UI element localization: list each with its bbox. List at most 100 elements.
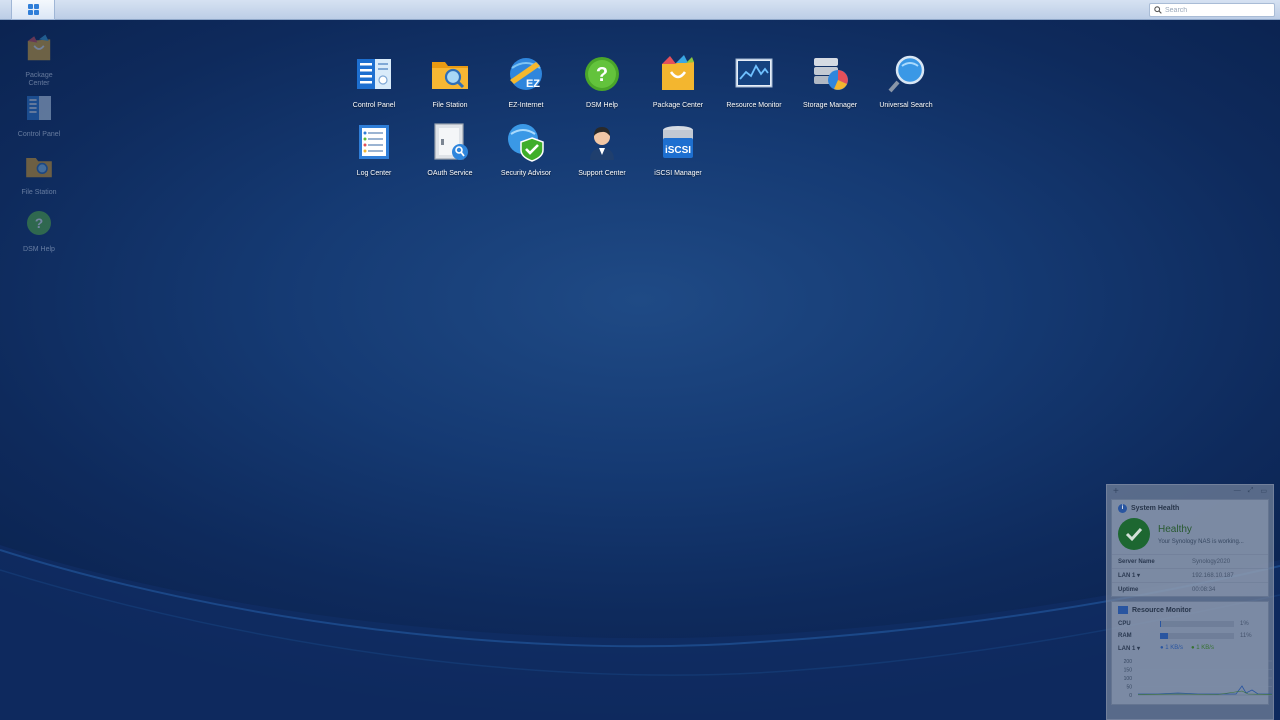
- chart-tick-label: 150: [1124, 668, 1133, 674]
- app-label: iSCSI Manager: [654, 170, 702, 177]
- app-label: Security Advisor: [500, 170, 552, 177]
- app-label: Control Panel: [352, 102, 396, 109]
- desktop-shortcut-package-center[interactable]: Package Center: [14, 33, 64, 88]
- security-advisor-icon: [508, 124, 544, 162]
- ram-row: RAM 11%: [1118, 633, 1252, 639]
- taskbar: [0, 0, 1280, 20]
- system-health-title: System Health: [1131, 504, 1180, 512]
- iscsi-manager-icon: iSCSI: [663, 126, 693, 158]
- app-oauth-service[interactable]: OAuth Service: [412, 122, 488, 178]
- desktop-wave-decoration: [0, 545, 1280, 720]
- universal-search-icon: [888, 55, 925, 93]
- app-label: EZ-Internet: [508, 102, 544, 109]
- widget-title: Resource Monitor: [1112, 602, 1268, 618]
- resource-monitor-icon: [735, 58, 773, 88]
- storage-manager-icon: [814, 58, 848, 90]
- app-label: Universal Search: [879, 102, 933, 109]
- lan-selector[interactable]: LAN 1 ▾: [1118, 645, 1160, 652]
- app-support-center[interactable]: Support Center: [564, 122, 640, 178]
- expand-icon[interactable]: ⤢: [1248, 487, 1254, 495]
- log-center-icon: [359, 125, 389, 159]
- app-control-panel[interactable]: Control Panel: [336, 54, 412, 110]
- shortcut-label: DSM Help: [23, 246, 55, 253]
- shortcut-label: Control Panel: [17, 131, 61, 138]
- widget-panel-header: + — ⤢ ▭: [1107, 485, 1273, 499]
- svg-text:?: ?: [596, 64, 608, 86]
- svg-text:EZ: EZ: [526, 78, 540, 90]
- minimize-icon[interactable]: —: [1234, 487, 1241, 495]
- download-rate: ● 1 KB/s: [1190, 645, 1214, 651]
- desktop-shortcut-dsm-help[interactable]: ? DSM Help: [14, 207, 64, 254]
- app-storage-manager[interactable]: Storage Manager: [792, 54, 868, 110]
- health-status-row: Healthy Your Synology NAS is working...: [1112, 516, 1268, 554]
- system-health-widget: i System Health Healthy Your Synology NA…: [1111, 499, 1269, 597]
- monitor-icon: [1118, 606, 1128, 614]
- health-status-text: Healthy: [1158, 523, 1192, 535]
- cpu-bar-fill: [1160, 621, 1162, 627]
- shortcut-label: Package Center: [25, 72, 53, 87]
- app-ez-internet[interactable]: EZ EZ-Internet: [488, 54, 564, 110]
- resource-monitor-title: Resource Monitor: [1132, 606, 1192, 614]
- app-universal-search[interactable]: Universal Search: [868, 54, 944, 110]
- app-label: DSM Help: [586, 102, 618, 109]
- app-resource-monitor[interactable]: Resource Monitor: [716, 54, 792, 110]
- health-description: Your Synology NAS is working...: [1158, 538, 1244, 545]
- pin-icon[interactable]: ▭: [1260, 487, 1267, 495]
- lan-row[interactable]: LAN 1 ▾ 192.168.10.187: [1112, 568, 1268, 582]
- app-dsm-help[interactable]: ? DSM Help: [564, 54, 640, 110]
- search-input[interactable]: [1165, 4, 1265, 16]
- file-station-icon: [432, 62, 468, 89]
- support-center-icon: [590, 127, 614, 160]
- app-label: File Station: [432, 102, 468, 109]
- app-file-station[interactable]: File Station: [412, 54, 488, 110]
- shortcut-label: File Station: [21, 189, 57, 196]
- chart-tick-label: 200: [1124, 659, 1133, 665]
- search-icon: [1154, 6, 1162, 14]
- ram-bar: [1160, 633, 1234, 639]
- healthy-check-icon: [1118, 518, 1150, 550]
- widget-panel-controls: — ⤢ ▭: [1234, 487, 1267, 495]
- svg-text:iSCSI: iSCSI: [665, 145, 691, 156]
- app-log-center[interactable]: Log Center: [336, 122, 412, 178]
- oauth-service-icon: [434, 123, 468, 160]
- search-field[interactable]: [1149, 3, 1275, 17]
- lan-throughput-row: LAN 1 ▾ ● 1 KB/s ● 1 KB/s: [1112, 642, 1268, 654]
- control-panel-icon: [357, 59, 391, 89]
- server-name-row: Server Name Synology2020: [1112, 554, 1268, 568]
- desktop-shortcut-control-panel[interactable]: Control Panel: [14, 92, 64, 139]
- ram-bar-fill: [1160, 633, 1169, 639]
- info-icon: i: [1118, 503, 1127, 513]
- svg-text:?: ?: [35, 216, 43, 231]
- control-panel-icon: [27, 96, 51, 120]
- cpu-row: CPU 1%: [1118, 621, 1249, 627]
- chart-tick-label: 100: [1124, 676, 1133, 682]
- app-package-center[interactable]: Package Center: [640, 54, 716, 110]
- widget-panel: + — ⤢ ▭ i System Health Healthy Your Syn…: [1106, 484, 1274, 720]
- app-iscsi-manager[interactable]: iSCSI iSCSI Manager: [640, 122, 716, 178]
- app-label: OAuth Service: [427, 170, 473, 177]
- chart-tick-label: 50: [1126, 685, 1132, 691]
- upload-rate: ● 1 KB/s: [1160, 645, 1183, 651]
- desktop-shortcut-file-station[interactable]: File Station: [14, 150, 64, 197]
- app-label: Storage Manager: [802, 102, 858, 109]
- package-center-icon: [662, 55, 694, 90]
- app-label: Support Center: [578, 170, 626, 177]
- app-label: Log Center: [356, 170, 392, 177]
- cpu-bar: [1160, 621, 1234, 627]
- ez-internet-icon: EZ: [510, 58, 542, 90]
- file-station-icon: [26, 158, 52, 178]
- chart-tick-label: 0: [1129, 693, 1132, 698]
- dsm-help-icon: ?: [585, 57, 619, 91]
- app-label: Package Center: [652, 102, 704, 109]
- app-security-advisor[interactable]: Security Advisor: [488, 122, 564, 178]
- app-grid-icon: [27, 4, 39, 15]
- uptime-row: Uptime 00:08:34: [1112, 582, 1268, 596]
- app-label: Resource Monitor: [726, 102, 782, 109]
- resource-monitor-widget: Resource Monitor CPU 1% RAM 11% LAN 1 ▾ …: [1111, 601, 1273, 705]
- main-menu-button[interactable]: [11, 0, 55, 20]
- network-mini-chart: 200 150 100 50 0: [1124, 659, 1273, 699]
- package-center-icon: [27, 34, 51, 61]
- widget-title: i System Health: [1112, 500, 1268, 516]
- add-widget-icon[interactable]: +: [1113, 486, 1119, 497]
- dsm-help-icon: ?: [27, 211, 51, 235]
